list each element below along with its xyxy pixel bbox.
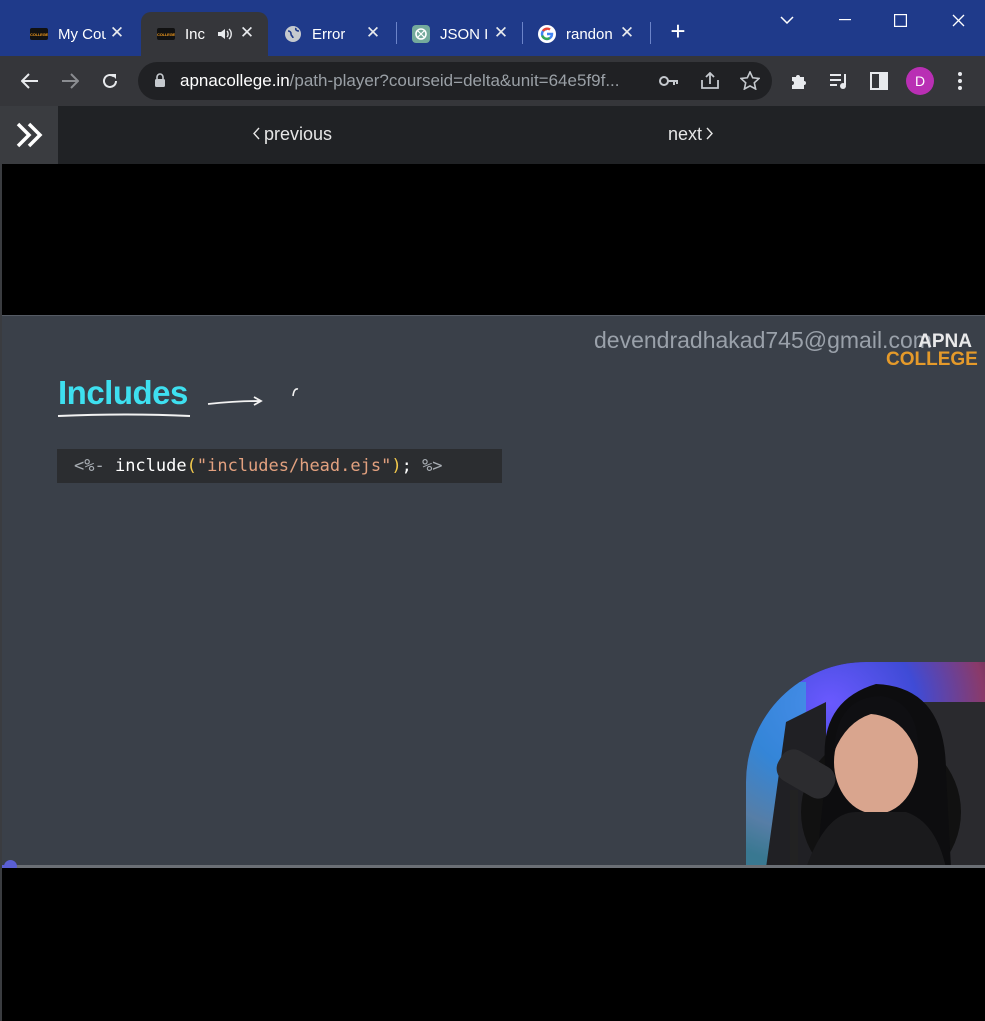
browser-tabstrip: COLLEGE My Cou ✕ COLLEGE Inc ✕ Error ✕ J… <box>0 0 985 56</box>
video-letterbox-top <box>2 164 985 315</box>
browser-tab[interactable]: COLLEGE My Cou ✕ <box>14 12 138 56</box>
browser-tab-active[interactable]: COLLEGE Inc ✕ <box>141 12 268 56</box>
tab-title: randon <box>566 25 613 43</box>
chatgpt-icon <box>412 25 430 43</box>
back-arrow-icon[interactable] <box>16 67 44 95</box>
url-text[interactable]: apnacollege.in/path-player?courseid=delt… <box>180 71 620 91</box>
extensions-puzzle-icon[interactable] <box>785 67 813 95</box>
browser-toolbar: apnacollege.in/path-player?courseid=delt… <box>0 56 985 106</box>
user-email-watermark: devendradhakad745@gmail.com <box>594 327 932 353</box>
browser-tab[interactable]: randon ✕ <box>522 12 648 56</box>
video-frame[interactable]: devendradhakad745@gmail.com APNA COLLEGE… <box>2 315 985 868</box>
profile-avatar[interactable]: D <box>906 67 934 95</box>
tab-title: JSON In <box>440 25 488 43</box>
close-icon[interactable]: ✕ <box>364 24 382 42</box>
handwritten-annotation <box>57 388 299 417</box>
bookmark-star-icon[interactable] <box>739 70 761 95</box>
google-icon <box>538 25 556 43</box>
side-panel-icon[interactable] <box>865 67 893 95</box>
tab-title: Error <box>312 25 346 43</box>
globe-icon <box>284 25 302 43</box>
speaker-icon[interactable] <box>217 27 233 41</box>
next-button[interactable]: next <box>668 124 714 145</box>
tab-separator <box>650 22 651 44</box>
lock-icon[interactable] <box>154 73 166 93</box>
instructor-webcam <box>746 662 985 868</box>
media-control-icon[interactable] <box>825 67 853 95</box>
tab-title: My Cou <box>58 25 106 43</box>
browser-tab[interactable]: Error ✕ <box>268 12 394 56</box>
window-close-icon[interactable] <box>943 8 973 32</box>
close-icon[interactable]: ✕ <box>618 24 636 42</box>
new-tab-button[interactable]: + <box>664 18 692 46</box>
tab-search-chevron-icon[interactable] <box>772 8 802 32</box>
close-icon[interactable]: ✕ <box>492 24 510 42</box>
share-icon[interactable] <box>700 71 720 95</box>
apna-college-logo: APNA COLLEGE <box>886 331 978 370</box>
code-snippet: <%- include("includes/head.ejs"); %> <box>57 449 502 483</box>
maximize-icon[interactable] <box>885 8 915 32</box>
sidebar-toggle-icon[interactable] <box>0 106 58 164</box>
menu-kebab-icon[interactable] <box>946 67 974 95</box>
chevron-left-icon <box>252 124 260 145</box>
apna-college-icon: COLLEGE <box>30 25 48 43</box>
chevron-right-icon <box>706 124 714 145</box>
apna-college-icon: COLLEGE <box>157 25 175 43</box>
previous-button[interactable]: previous <box>252 124 332 145</box>
address-bar[interactable]: apnacollege.in/path-player?courseid=delt… <box>138 62 772 100</box>
reload-icon[interactable] <box>96 67 124 95</box>
browser-tab[interactable]: JSON In ✕ <box>396 12 522 56</box>
tab-title: Inc <box>185 25 206 43</box>
minimize-icon[interactable] <box>830 8 860 32</box>
key-icon[interactable] <box>659 74 679 92</box>
previous-label: previous <box>264 124 333 144</box>
video-letterbox-bottom <box>2 868 985 1021</box>
player-navbar: previous next <box>0 106 985 164</box>
forward-arrow-icon[interactable] <box>56 67 84 95</box>
close-icon[interactable]: ✕ <box>108 24 126 42</box>
next-label: next <box>668 124 703 144</box>
close-icon[interactable]: ✕ <box>238 24 256 42</box>
